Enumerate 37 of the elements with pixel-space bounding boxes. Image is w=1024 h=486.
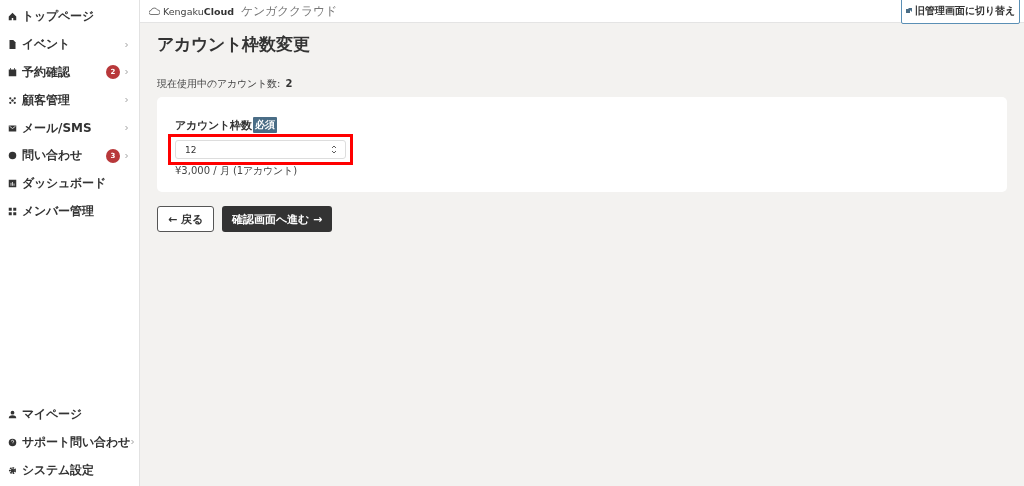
document-icon — [8, 40, 17, 50]
cloud-logo-icon — [149, 7, 160, 15]
required-badge: 必須 — [253, 117, 277, 133]
logo-text: KengakuCloud — [163, 5, 235, 17]
number-input[interactable]: 12 — [175, 140, 346, 159]
person-icon — [8, 410, 17, 419]
people-icon — [8, 95, 17, 105]
usage-label: 現在使用中のアカウント数: — [157, 77, 281, 91]
sidebar-item[interactable]: 顧客管理 — [22, 91, 124, 109]
page-title: アカウント枠数変更 — [157, 33, 311, 56]
home-icon — [8, 12, 17, 22]
back-button[interactable]: ← 戻る — [157, 206, 215, 232]
chart-icon — [8, 179, 17, 189]
sidebar-item[interactable]: ダッシュボード — [22, 175, 134, 193]
next-button[interactable]: 確認画面へ進む → — [222, 206, 333, 232]
sidebar-item[interactable]: 問い合わせ — [22, 147, 106, 165]
chat-bubble-icon — [8, 151, 17, 161]
sidebar-item[interactable]: メンバー管理 — [22, 202, 134, 220]
switch-admin-button[interactable]: 旧管理画面に切り替え — [901, 0, 1020, 24]
field-label: アカウント枠数 — [175, 117, 252, 133]
gear-icon — [8, 465, 17, 475]
grid-icon — [8, 206, 17, 216]
sidebar-item[interactable]: マイページ — [22, 406, 134, 423]
sidebar-item[interactable]: システム設定 — [22, 461, 134, 479]
sidebar-item[interactable]: イベント — [22, 36, 124, 54]
usage-count: 2 — [285, 78, 293, 89]
calendar-icon — [8, 68, 17, 77]
question-icon — [8, 437, 17, 447]
spinner-icon — [331, 145, 337, 154]
switch-icon — [906, 8, 912, 14]
logo-subtitle: ケンガククラウド — [241, 2, 338, 20]
sidebar-item[interactable]: トップページ — [22, 8, 134, 26]
sidebar-item[interactable]: サポート問い合わせ — [22, 433, 130, 451]
envelope-icon — [8, 123, 17, 133]
sidebar-item[interactable]: メール/SMS — [22, 119, 124, 137]
price-hint: ¥3,000 / 月 (1アカウント) — [175, 164, 299, 178]
sidebar-item[interactable]: 予約確認 — [22, 64, 106, 81]
